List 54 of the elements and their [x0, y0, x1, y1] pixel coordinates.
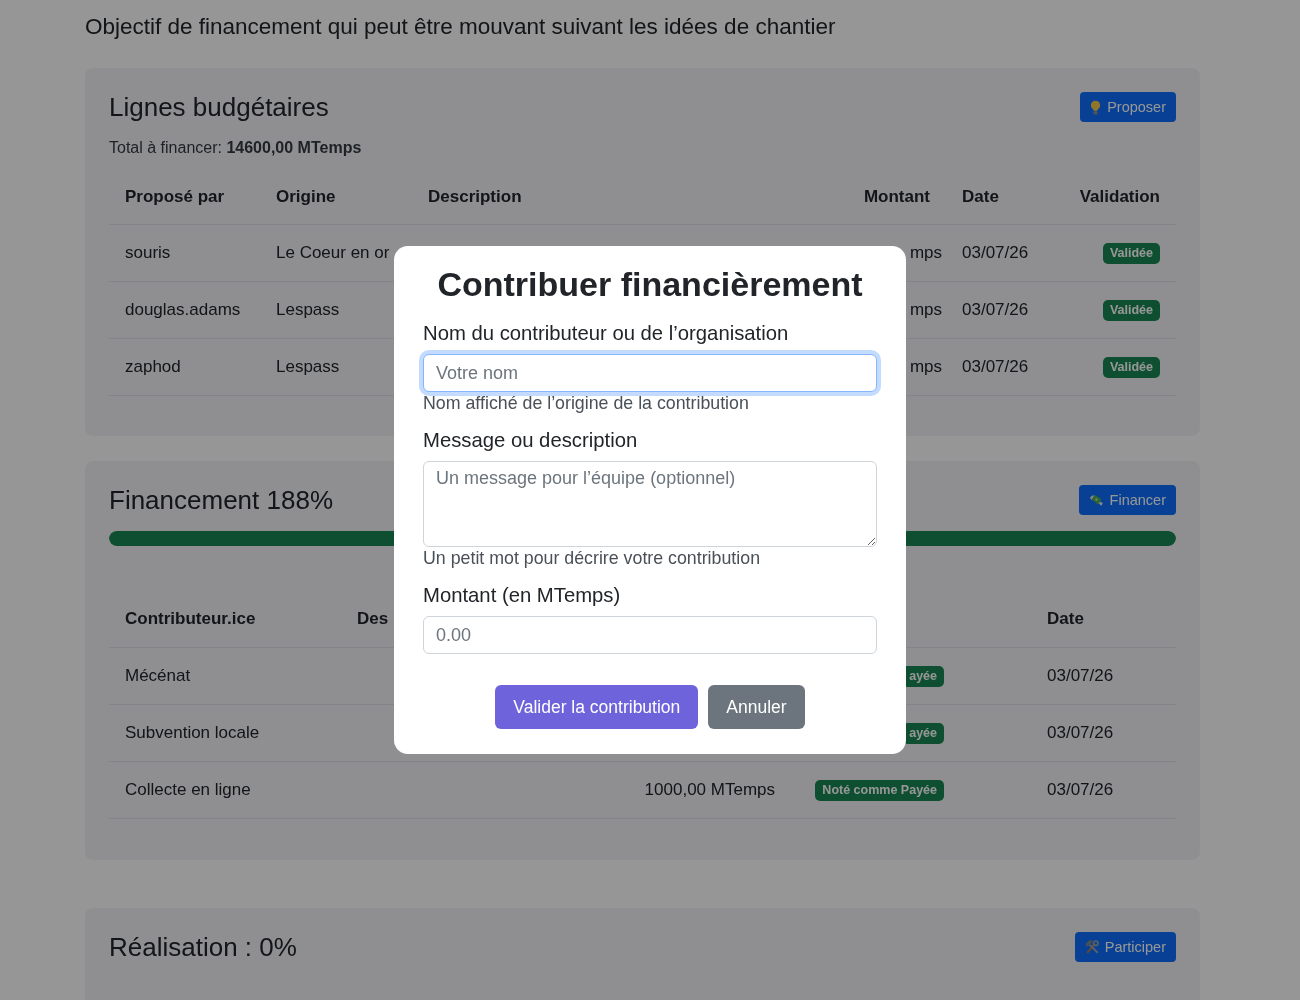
help-text: Un petit mot pour décrire votre contribution — [423, 548, 761, 568]
validation-badge: Validée — [1102, 242, 1160, 264]
participate-button[interactable]: Participer — [1074, 932, 1176, 962]
origin-text: Le Coeur en or — [276, 243, 390, 263]
total-text: Total à financer: 14600,00 MTemps — [109, 139, 362, 157]
field-label: Message ou description — [423, 428, 638, 452]
text-input[interactable]: 0.00 — [423, 616, 877, 654]
column-header: Proposé par — [125, 187, 225, 207]
card-title: Réalisation : 0% — [109, 932, 297, 962]
text-input[interactable]: Votre nom — [423, 354, 877, 392]
submit-button[interactable]: Valider la contribution — [495, 685, 699, 729]
card-title: Financement 188% — [109, 485, 334, 515]
column-header: Origine — [276, 187, 336, 207]
column-header: Description — [428, 187, 522, 207]
message-textarea[interactable]: Un message pour l’équipe (optionnel) — [423, 461, 877, 547]
contributor-name: Collecte en ligne — [125, 780, 251, 800]
lightbulb-icon — [1090, 99, 1102, 115]
column-header: Contributeur.ice — [125, 608, 256, 629]
tools-icon — [1084, 940, 1099, 954]
date-text: 03/07/26 — [962, 243, 1029, 263]
column-header: Montant — [863, 187, 930, 207]
amount-text: 1000,00 MTemps — [644, 780, 775, 800]
cancel-button[interactable]: Annuler — [708, 685, 805, 729]
origin-text: Lespass — [276, 300, 340, 320]
amount-text: mps — [909, 243, 942, 263]
contributor-name: Mécénat — [125, 666, 191, 686]
page-heading: Objectif de financement qui peut être mouvant suivant les idées de chantier — [85, 13, 836, 41]
date-text: 03/07/26 — [1047, 723, 1114, 743]
proposer-name: zaphod — [125, 357, 181, 377]
date-text: 03/07/26 — [962, 300, 1029, 320]
proposer-name: souris — [125, 243, 171, 263]
amount-text: mps — [909, 357, 942, 377]
column-header: Des — [357, 608, 389, 629]
amount-text: mps — [909, 300, 942, 320]
validation-badge: Validée — [1102, 356, 1160, 378]
card-title: Lignes budgétaires — [109, 92, 329, 122]
date-text: 03/07/26 — [1047, 780, 1114, 800]
contributor-name: Subvention locale — [125, 723, 260, 743]
propose-button[interactable]: Proposer — [1080, 92, 1176, 122]
proposer-name: douglas.adams — [125, 300, 241, 320]
column-header: Date — [1047, 608, 1084, 629]
field-label: Montant (en MTemps) — [423, 583, 621, 607]
origin-text: Lespass — [276, 357, 340, 377]
status-badge: Noté comme Payée — [815, 779, 944, 801]
flying-money-icon — [1088, 493, 1104, 507]
finance-button[interactable]: Financer — [1078, 485, 1176, 515]
column-header: Validation — [1079, 187, 1160, 207]
dialog-title: Contribuer financièrement — [436, 266, 864, 302]
date-text: 03/07/26 — [962, 357, 1029, 377]
validation-badge: Validée — [1102, 299, 1160, 321]
date-text: 03/07/26 — [1047, 666, 1114, 686]
help-text: Nom affiché de l’origine de la contribution — [423, 393, 749, 413]
column-header: Date — [962, 187, 999, 207]
field-label: Nom du contributeur ou de l’organisation — [423, 321, 789, 345]
